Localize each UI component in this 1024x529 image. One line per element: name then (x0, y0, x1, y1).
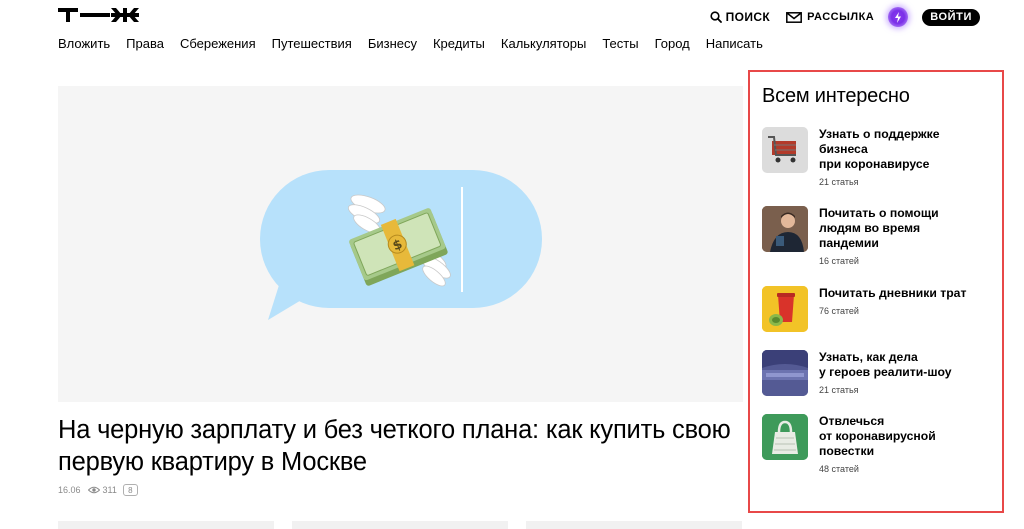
search-icon (709, 11, 722, 23)
money-bubble-illustration: $ (260, 170, 542, 320)
cup-icon (762, 286, 808, 332)
login-button[interactable]: ВОЙТИ (922, 8, 980, 26)
nav-item-invest[interactable]: Вложить (58, 36, 110, 51)
cart-icon (768, 136, 796, 163)
article-title[interactable]: На черную зарплату и без четкого плана: … (58, 414, 748, 478)
main-nav: Вложить Права Сбережения Путешествия Биз… (58, 36, 779, 51)
popular-topics-sidebar: Всем интересно Узнать о поддержке бизнес… (748, 70, 1004, 513)
nav-item-rights[interactable]: Права (126, 36, 164, 51)
topic-title: Узнать о поддержке бизнеса при коронавир… (819, 127, 940, 171)
article-date: 16.06 (58, 485, 81, 495)
person-thumbnail (762, 206, 808, 252)
nav-item-tests[interactable]: Тесты (602, 36, 638, 51)
bag-icon (762, 414, 808, 460)
header-actions: ПОИСК РАССЫЛКА ВОЙТИ (709, 7, 980, 27)
nav-item-write[interactable]: Написать (706, 36, 763, 51)
article-hero-image[interactable]: $ (58, 86, 743, 402)
next-card-3[interactable] (526, 521, 742, 529)
topic-count: 48 статей (819, 464, 859, 474)
topic-reality-show[interactable]: Узнать, как дела у героев реалити-шоу 21… (762, 350, 989, 396)
topic-pandemic-help[interactable]: Почитать о помощи людям во время пандеми… (762, 206, 989, 266)
newsletter-button[interactable]: РАССЫЛКА (786, 11, 874, 23)
next-card-1[interactable] (58, 521, 274, 529)
pro-badge[interactable] (888, 7, 909, 27)
eye-icon (87, 486, 100, 494)
nav-item-business[interactable]: Бизнесу (368, 36, 417, 51)
topic-title: Почитать дневники трат (819, 286, 967, 300)
topic-spending-diaries[interactable]: Почитать дневники трат 76 статей (762, 286, 989, 332)
article-views: 311 (87, 485, 117, 495)
bag-thumbnail (762, 414, 808, 460)
coffee-cup-thumbnail (762, 286, 808, 332)
topic-count: 21 статья (819, 385, 859, 395)
search-label: ПОИСК (725, 10, 771, 24)
views-count: 311 (102, 485, 117, 495)
article-meta: 16.06 311 8 (58, 484, 138, 496)
tv-thumbnail (762, 350, 808, 396)
lightning-icon (895, 11, 902, 23)
topic-business-support[interactable]: Узнать о поддержке бизнеса при коронавир… (762, 127, 989, 187)
nav-item-calculators[interactable]: Калькуляторы (501, 36, 586, 51)
nav-item-travel[interactable]: Путешествия (272, 36, 352, 51)
shopping-cart-thumbnail (762, 127, 808, 173)
topic-title: Почитать о помощи людям во время пандеми… (819, 206, 939, 250)
topic-distraction[interactable]: Отвлечься от коронавирусной повестки 48 … (762, 414, 989, 474)
topic-count: 21 статья (819, 177, 859, 187)
mail-icon (786, 11, 803, 23)
next-card-2[interactable] (292, 521, 508, 529)
nav-item-savings[interactable]: Сбережения (180, 36, 256, 51)
topic-title: Отвлечься от коронавирусной повестки (819, 414, 936, 458)
nav-item-city[interactable]: Город (655, 36, 690, 51)
comments-count[interactable]: 8 (122, 484, 138, 496)
topic-title: Узнать, как дела у героев реалити-шоу (819, 350, 952, 379)
search-button[interactable]: ПОИСК (709, 10, 771, 24)
nav-item-credits[interactable]: Кредиты (433, 36, 485, 51)
newsletter-label: РАССЫЛКА (807, 11, 875, 23)
tv-icon (762, 350, 808, 396)
sidebar-title: Всем интересно (762, 85, 910, 107)
topic-count: 16 статей (819, 256, 859, 266)
person-icon (762, 206, 808, 252)
tzh-logo[interactable] (58, 8, 140, 22)
topic-count: 76 статей (819, 306, 859, 316)
